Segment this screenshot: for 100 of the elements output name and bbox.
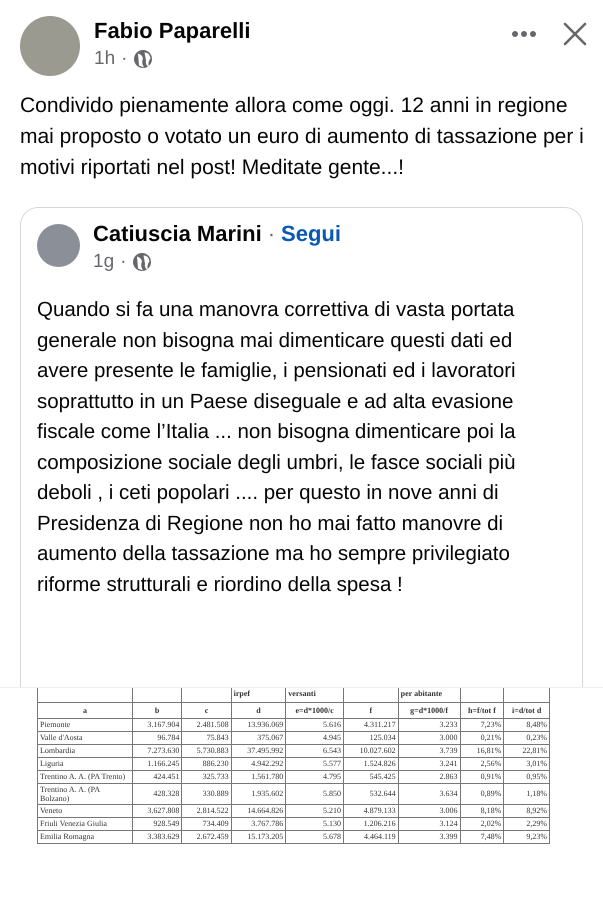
table-cell: 3.124 xyxy=(398,817,460,830)
post-text: Condivido pienamente allora come oggi. 12 anni in regione mai proposto o votato un euro di aumento di tassazione per i motivi riportati nel post! Meditate gente...! xyxy=(20,93,585,181)
column-header: a xyxy=(38,702,132,718)
table-cell: 16,81% xyxy=(460,744,504,757)
table-cell: Veneto xyxy=(38,804,132,817)
table-cell: 1.561.780 xyxy=(231,770,286,783)
column-header: b xyxy=(132,702,182,718)
table-cell: 928.549 xyxy=(132,817,182,830)
table-cell: 10.027.602 xyxy=(344,744,398,757)
table-cell: 4.464.119 xyxy=(344,830,398,843)
table-cell: 0,89% xyxy=(460,783,504,804)
table-cell: 37.495.992 xyxy=(231,744,286,757)
table-cell: 8,92% xyxy=(504,804,550,817)
table-cell: 886.230 xyxy=(182,757,232,770)
follow-link[interactable]: Segui xyxy=(281,221,341,247)
table-cell: 96.784 xyxy=(132,731,182,744)
table-cell: 3,01% xyxy=(504,757,550,770)
table-cell: 8,48% xyxy=(504,718,550,731)
table-cell: 1.166.245 xyxy=(132,757,182,770)
close-button[interactable] xyxy=(563,22,587,46)
table-cell: 330.889 xyxy=(182,783,232,804)
table-cell: 4.795 xyxy=(286,770,344,783)
table-cell: 1,18% xyxy=(504,783,550,804)
table-cell: 3.383.629 xyxy=(132,830,182,843)
table-cell: 3.634 xyxy=(398,783,460,804)
table-cell: 4.942.292 xyxy=(231,757,286,770)
table-cell: 7.273.630 xyxy=(132,744,182,757)
table-cell: 15.173.205 xyxy=(231,830,286,843)
table-cell: 7,48% xyxy=(460,830,504,843)
table-cell: 424.451 xyxy=(132,770,182,783)
more-icon xyxy=(511,30,537,38)
more-options-button[interactable] xyxy=(511,30,537,38)
author-name[interactable]: Fabio Paparelli xyxy=(94,18,250,44)
table-cell: 0,21% xyxy=(460,731,504,744)
post-time: 1g xyxy=(93,251,114,273)
table-cell: 1.935.602 xyxy=(231,783,286,804)
globe-icon xyxy=(132,252,152,272)
table-cell: 6.543 xyxy=(286,744,344,757)
table-cell: 0,23% xyxy=(504,731,550,744)
table-cell: 5.730.883 xyxy=(182,744,232,757)
table-cell: 734.409 xyxy=(182,817,232,830)
table-cell: 2.672.459 xyxy=(182,830,232,843)
table-cell: 13.936.069 xyxy=(231,718,286,731)
table-cell: 0,91% xyxy=(460,770,504,783)
table-cell: 2.814.522 xyxy=(182,804,232,817)
separator-dot: · xyxy=(121,48,128,70)
table-cell: 2,02% xyxy=(460,817,504,830)
table-cell: 3.767.786 xyxy=(231,817,286,830)
table-cell: 22,81% xyxy=(504,744,550,757)
column-header: per abitante xyxy=(398,688,460,702)
close-icon xyxy=(563,22,587,46)
table-cell: 2.863 xyxy=(398,770,460,783)
post-time: 1h xyxy=(94,48,116,70)
table-cell: 428.328 xyxy=(132,783,182,804)
table-cell: 14.664.826 xyxy=(231,804,286,817)
table-cell: 75.843 xyxy=(182,731,232,744)
table-cell: 5.130 xyxy=(286,817,344,830)
table-cell: 3.233 xyxy=(398,718,460,731)
column-header: d xyxy=(231,702,286,718)
table-cell: 5.850 xyxy=(286,783,344,804)
table-cell: 8,18% xyxy=(460,804,504,817)
author-name[interactable]: Catiuscia Marini xyxy=(93,221,262,247)
column-header: g=d*1000/f xyxy=(398,702,460,718)
table-cell: 3.167.904 xyxy=(132,718,182,731)
table-cell: Emilia Romagna xyxy=(38,830,132,843)
table-cell: Lombardia xyxy=(38,744,132,757)
table-cell: Piemonte xyxy=(38,718,132,731)
table-cell: 9,23% xyxy=(504,830,550,843)
table-cell: 2,56% xyxy=(460,757,504,770)
avatar xyxy=(37,224,80,267)
table-cell: 2.481.508 xyxy=(182,718,232,731)
table-cell: 4.879.133 xyxy=(344,804,398,817)
table-cell: 532.644 xyxy=(344,783,398,804)
table-cell: 2,29% xyxy=(504,817,550,830)
table-cell: 1.524.826 xyxy=(344,757,398,770)
table-cell: 125.034 xyxy=(344,731,398,744)
table-cell: 0,95% xyxy=(504,770,550,783)
globe-icon xyxy=(133,49,154,69)
table-cell: 3.006 xyxy=(398,804,460,817)
table-cell: 4.945 xyxy=(286,731,344,744)
table-cell: 5.210 xyxy=(286,804,344,817)
table-cell: Liguria xyxy=(38,757,132,770)
table-cell: 375.067 xyxy=(231,731,286,744)
table-cell: 3.241 xyxy=(398,757,460,770)
table-cell: 7,23% xyxy=(460,718,504,731)
table-cell: 3.739 xyxy=(398,744,460,757)
column-header: h=f/tot f xyxy=(460,702,504,718)
table-cell: Trentino A. A. (PA Trento) xyxy=(38,770,132,783)
table-cell: 5.577 xyxy=(286,757,344,770)
table-cell: 5.616 xyxy=(286,718,344,731)
table-cell: 4.311.217 xyxy=(344,718,398,731)
table-cell: 325.733 xyxy=(182,770,232,783)
post-text: Quando si fa una manovra correttiva di vasta portata generale non bisogna mai dimenticare questi dati ed avere presente le famiglie, i pensionati ed i lavoratori soprattutto in un Paese diseguale e ad alta evasione fiscale come l’Italia ... non bisogna dimenticare poi la composizione sociale degli umbri, le fasce sociali più deboli , i ceti popolari .... per questo in nove anni di Presidenza di Regione non ho mai fatto manovre di aumento della tassazione ma ho sempre privilegiato riforme strutturali e riordino della spesa ! xyxy=(37,297,517,598)
table-cell: Valle d'Aosta xyxy=(38,731,132,744)
separator-dot: · xyxy=(120,251,126,273)
table-cell: 3.000 xyxy=(398,731,460,744)
table-cell: 5.678 xyxy=(286,830,344,843)
column-header: irpef xyxy=(231,688,286,702)
column-header: i=d/tot d xyxy=(504,702,550,718)
separator-dot: · xyxy=(268,221,276,247)
